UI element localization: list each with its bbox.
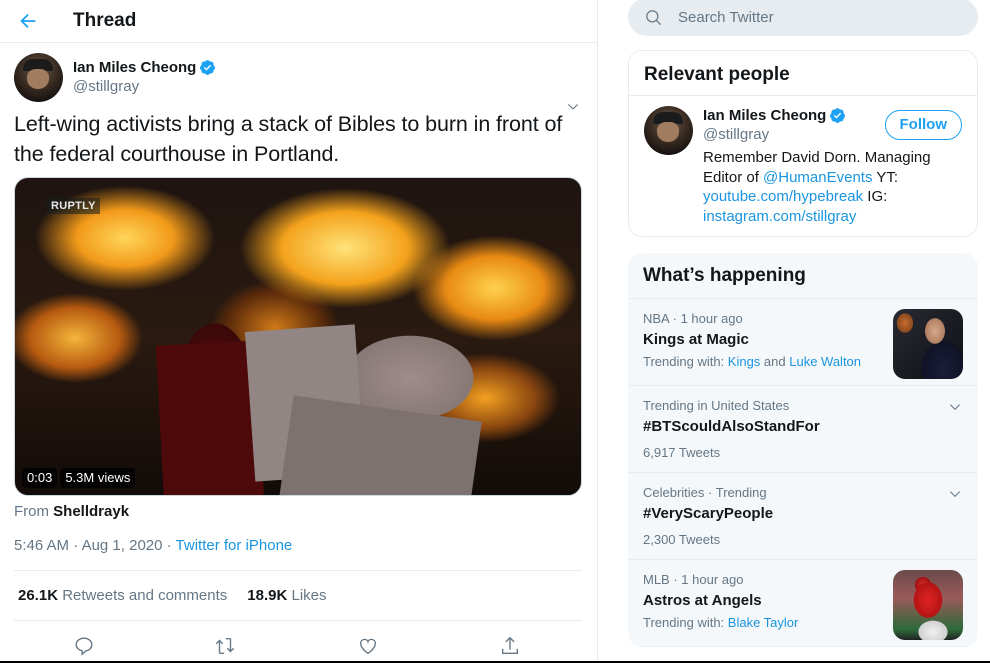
chevron-down-icon[interactable] (948, 400, 962, 414)
whats-happening-card: What’s happening NBA · 1 hour ago Kings … (628, 253, 978, 647)
trend-related-link[interactable]: Luke Walton (789, 354, 861, 369)
from-prefix: From (14, 503, 49, 520)
tweet-actions (14, 621, 582, 661)
video-duration: 0:03 (22, 468, 58, 488)
trend-item[interactable]: Trending in United States #BTScouldAlsoS… (628, 386, 978, 473)
thread-header: Thread (0, 0, 597, 43)
like-icon[interactable] (357, 635, 379, 657)
follow-button[interactable]: Follow (884, 110, 962, 140)
author-handle[interactable]: @stillgray (73, 77, 216, 97)
trend-thumbnail (893, 570, 963, 640)
tweet-date[interactable]: Aug 1, 2020 (82, 537, 163, 554)
retweets-stat[interactable]: 26.1K Retweets and comments (18, 587, 227, 604)
trend-thumbnail (893, 309, 963, 379)
person-bio: Remember David Dorn. Managing Editor of … (703, 148, 943, 226)
author-avatar[interactable] (14, 53, 63, 102)
separator: · (73, 537, 79, 554)
bio-text: IG: (863, 188, 888, 205)
verified-badge-icon (830, 108, 846, 123)
tweet-meta: 5:46 AM · Aug 1, 2020 · Twitter for iPho… (14, 536, 582, 556)
retweet-icon[interactable] (214, 635, 236, 657)
tweet-text: Left-wing activists bring a stack of Bib… (14, 112, 563, 166)
trend-count: 2,300 Tweets (643, 532, 721, 547)
back-button[interactable] (0, 0, 58, 43)
trend-context: Celebrities · Trending (643, 485, 767, 500)
chevron-down-icon[interactable] (565, 99, 581, 115)
author-name[interactable]: Ian Miles Cheong (73, 58, 196, 77)
retweets-label: Retweets and comments (62, 587, 228, 604)
relevant-people-card: Relevant people Ian Miles Cheong @stillg… (628, 50, 978, 237)
bio-mention-link[interactable]: @HumanEvents (763, 169, 872, 186)
person-avatar[interactable] (644, 106, 693, 155)
trend-name: #BTScouldAlsoStandFor (643, 418, 820, 435)
bio-text: YT: (872, 168, 899, 186)
trend-related-link[interactable]: Kings (728, 354, 761, 369)
page-title: Thread (73, 10, 137, 31)
trend-related-joiner: and (760, 354, 790, 369)
likes-count: 18.9K (247, 587, 288, 604)
arrow-left-icon (20, 13, 36, 29)
likes-stat[interactable]: 18.9K Likes (247, 587, 326, 604)
trend-item[interactable]: MLB · 1 hour ago Astros at Angels Trendi… (628, 560, 978, 647)
trend-related-prefix: Trending with: (643, 615, 728, 630)
trend-context: Trending in United States (643, 398, 790, 413)
tweet-stats: 26.1K Retweets and comments 18.9K Likes (14, 570, 582, 621)
author-info: Ian Miles Cheong @stillgray (73, 58, 216, 97)
video-frame-detail (278, 395, 482, 495)
trend-item[interactable]: NBA · 1 hour ago Kings at Magic Trending… (628, 299, 978, 386)
verified-badge-icon (200, 60, 216, 75)
tweet-client-link[interactable]: Twitter for iPhone (176, 537, 293, 554)
whats-happening-title: What’s happening (628, 253, 978, 299)
sidebar: Relevant people Ian Miles Cheong @stillg… (628, 0, 978, 647)
reply-icon[interactable] (73, 635, 95, 657)
main-column: Thread Ian Miles Cheong @stillgray Left-… (0, 0, 598, 663)
media-source: From Shelldrayk (14, 502, 582, 522)
trend-name: #VeryScaryPeople (643, 505, 774, 522)
tweet-header: Ian Miles Cheong @stillgray (14, 43, 582, 111)
chevron-down-icon[interactable] (948, 487, 962, 501)
trend-item[interactable]: Celebrities · Trending #VeryScaryPeople … (628, 473, 978, 560)
search-input[interactable] (678, 8, 958, 26)
retweets-count: 26.1K (18, 587, 59, 604)
trend-count: 6,917 Tweets (643, 445, 721, 460)
video-player[interactable]: RUPTLY 0:03 5.3M views (14, 177, 582, 496)
video-badges: 0:03 5.3M views (22, 468, 136, 488)
from-source-link[interactable]: Shelldrayk (53, 503, 129, 520)
trend-related-link[interactable]: Blake Taylor (728, 615, 799, 630)
search-icon (646, 9, 662, 25)
trend-related-prefix: Trending with: (643, 354, 728, 369)
tweet-time[interactable]: 5:46 AM (14, 537, 69, 554)
person-item[interactable]: Ian Miles Cheong @stillgray Remember Dav… (629, 96, 977, 236)
share-icon[interactable] (499, 635, 521, 657)
separator: · (166, 537, 172, 554)
relevant-people-title: Relevant people (629, 51, 977, 96)
bio-instagram-link[interactable]: instagram.com/stillgray (703, 208, 856, 225)
person-name[interactable]: Ian Miles Cheong (703, 106, 826, 125)
search-box[interactable] (628, 0, 978, 36)
video-watermark: RUPTLY (47, 198, 100, 214)
video-views: 5.3M views (60, 468, 136, 488)
tweet: Ian Miles Cheong @stillgray Left-wing ac… (0, 43, 597, 661)
likes-label: Likes (291, 587, 327, 604)
bio-youtube-link[interactable]: youtube.com/hypebreak (703, 188, 863, 205)
